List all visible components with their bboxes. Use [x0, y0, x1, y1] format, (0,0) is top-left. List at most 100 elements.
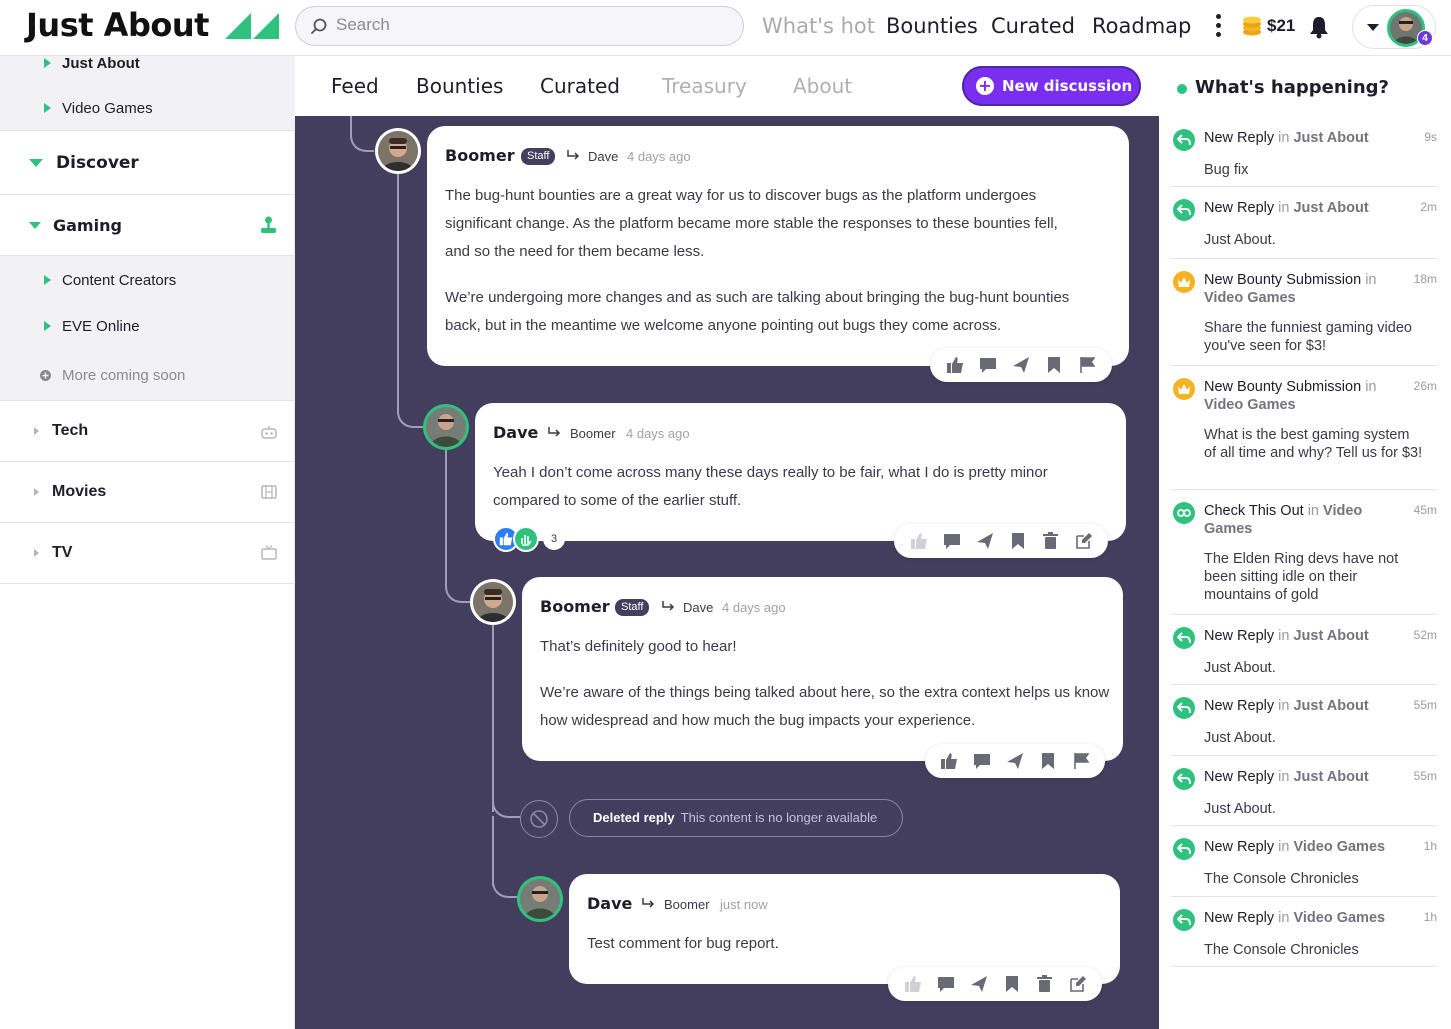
author-name[interactable]: Boomer — [445, 146, 515, 165]
activity-text: Just About. — [1204, 660, 1276, 676]
activity-community[interactable]: Video Games — [1204, 397, 1296, 413]
comment-icon[interactable] — [977, 354, 999, 376]
send-icon[interactable] — [1004, 750, 1026, 772]
author-name[interactable]: Dave — [493, 423, 538, 442]
sidebar-section-tv[interactable]: TV — [0, 540, 295, 566]
author-name[interactable]: Boomer — [540, 597, 610, 616]
activity-item[interactable]: New Bounty Submission in Video Games 18m S… — [1171, 259, 1437, 366]
nav-bounties[interactable]: Bounties — [886, 14, 978, 38]
new-discussion-button[interactable]: + New discussion — [962, 66, 1141, 106]
like-icon[interactable] — [902, 973, 924, 995]
plus-icon: + — [976, 77, 994, 95]
activity-in-word: in — [1278, 628, 1290, 644]
bookmark-icon[interactable] — [1037, 750, 1059, 772]
activity-item[interactable]: New Reply in Video Games 1h The Console Ch… — [1171, 897, 1437, 967]
more-menu-icon[interactable] — [1212, 14, 1224, 40]
tab-curated[interactable]: Curated — [540, 74, 620, 98]
sidebar-item-content-creators[interactable]: Content Creators — [0, 268, 295, 292]
thread-line — [445, 448, 447, 588]
activity-community[interactable]: Video Games — [1293, 839, 1385, 855]
user-menu[interactable]: 4 — [1352, 5, 1436, 49]
divider — [0, 522, 295, 523]
activity-item[interactable]: New Reply in Just About 55m Just About. — [1171, 756, 1437, 826]
trash-icon[interactable] — [1034, 973, 1056, 995]
activity-in-word: in — [1278, 698, 1290, 714]
send-icon[interactable] — [974, 530, 996, 552]
send-icon[interactable] — [1010, 354, 1032, 376]
reactions[interactable]: 3 — [493, 526, 566, 552]
reply-to[interactable]: Boomer — [570, 426, 616, 441]
bookmark-icon[interactable] — [1001, 973, 1023, 995]
caret-right-icon — [44, 321, 51, 331]
activity-community[interactable]: Just About — [1293, 130, 1368, 146]
activity-type: New Reply — [1204, 698, 1275, 714]
reply-to[interactable]: Boomer — [664, 897, 710, 912]
timestamp: 4 days ago — [722, 600, 786, 615]
activity-community[interactable]: Video Games — [1204, 290, 1296, 306]
like-icon[interactable] — [938, 750, 960, 772]
like-icon[interactable] — [944, 354, 966, 376]
sidebar-section-gaming[interactable]: Gaming — [0, 212, 295, 238]
sidebar-section-movies[interactable]: Movies — [0, 479, 295, 505]
activity-text: Bug fix — [1204, 162, 1249, 178]
activity-item[interactable]: New Reply in Just About 9s Bug fix — [1171, 117, 1437, 187]
activity-community[interactable]: Just About — [1293, 698, 1368, 714]
tab-bounties[interactable]: Bounties — [416, 74, 503, 98]
avatar[interactable] — [378, 131, 418, 171]
post-actions — [894, 524, 1108, 558]
activity-time: 9s — [1424, 130, 1437, 144]
nav-curated[interactable]: Curated — [991, 14, 1075, 38]
bookmark-icon[interactable] — [1007, 530, 1029, 552]
sidebar-item-video-games[interactable]: Video Games — [0, 96, 295, 120]
like-icon[interactable] — [908, 530, 930, 552]
edit-icon[interactable] — [1067, 973, 1089, 995]
sidebar-section-tech[interactable]: Tech — [0, 418, 295, 444]
post-paragraph: Yeah I don’t come across many these days… — [493, 464, 1048, 509]
activity-community[interactable]: Just About — [1293, 769, 1368, 785]
reply-to[interactable]: Dave — [588, 149, 618, 164]
activity-item[interactable]: New Reply in Just About 55m Just About. — [1171, 685, 1437, 756]
feed-tabs: Feed Bounties Curated Treasury About + N… — [295, 56, 1159, 116]
nav-whats-hot[interactable]: What's hot — [762, 14, 875, 38]
activity-item[interactable]: New Reply in Just About 52m Just About. — [1171, 615, 1437, 685]
activity-text: The Console Chronicles — [1204, 942, 1359, 958]
bell-icon[interactable] — [1308, 15, 1330, 39]
live-dot-icon — [1177, 84, 1187, 94]
activity-community[interactable]: Video Games — [1293, 910, 1385, 926]
nav-roadmap[interactable]: Roadmap — [1092, 14, 1191, 38]
activity-community[interactable]: Just About — [1293, 200, 1368, 216]
comment-icon[interactable] — [935, 973, 957, 995]
post-paragraph: That’s definitely good to hear! — [540, 638, 737, 655]
activity-item[interactable]: Check This Out in Video Games 45m The Elde… — [1171, 490, 1437, 615]
flag-icon[interactable] — [1070, 750, 1092, 772]
sidebar-section-discover[interactable]: Discover — [0, 150, 295, 176]
sidebar-item-eve-online[interactable]: EVE Online — [0, 314, 295, 338]
tab-feed[interactable]: Feed — [331, 74, 379, 98]
tab-treasury[interactable]: Treasury — [662, 74, 747, 98]
activity-item[interactable]: New Bounty Submission in Video Games 26m W… — [1171, 366, 1437, 490]
post-paragraph: Test comment for bug report. — [587, 935, 779, 952]
edit-icon[interactable] — [1073, 530, 1095, 552]
tab-about[interactable]: About — [793, 74, 852, 98]
flag-icon[interactable] — [1076, 354, 1098, 376]
send-icon[interactable] — [968, 973, 990, 995]
comment-icon[interactable] — [971, 750, 993, 772]
activity-community[interactable]: Just About — [1293, 628, 1368, 644]
balance[interactable]: $21 — [1267, 16, 1295, 36]
activity-in-word: in — [1278, 130, 1290, 146]
timestamp: 4 days ago — [627, 149, 691, 164]
activity-item[interactable]: New Reply in Just About 2m Just About. — [1171, 187, 1437, 259]
reply-arrow-icon — [567, 150, 580, 160]
avatar[interactable] — [520, 879, 560, 919]
activity-item[interactable]: New Reply in Video Games 1h The Console Ch… — [1171, 826, 1437, 897]
author-name[interactable]: Dave — [587, 894, 632, 913]
avatar[interactable] — [473, 582, 513, 622]
search-input[interactable] — [336, 15, 716, 35]
bookmark-icon[interactable] — [1043, 354, 1065, 376]
reply-to[interactable]: Dave — [683, 600, 713, 615]
avatar[interactable] — [426, 407, 466, 447]
trash-icon[interactable] — [1040, 530, 1062, 552]
logo[interactable]: Just About — [26, 6, 209, 44]
search-bar[interactable] — [295, 6, 744, 46]
comment-icon[interactable] — [941, 530, 963, 552]
